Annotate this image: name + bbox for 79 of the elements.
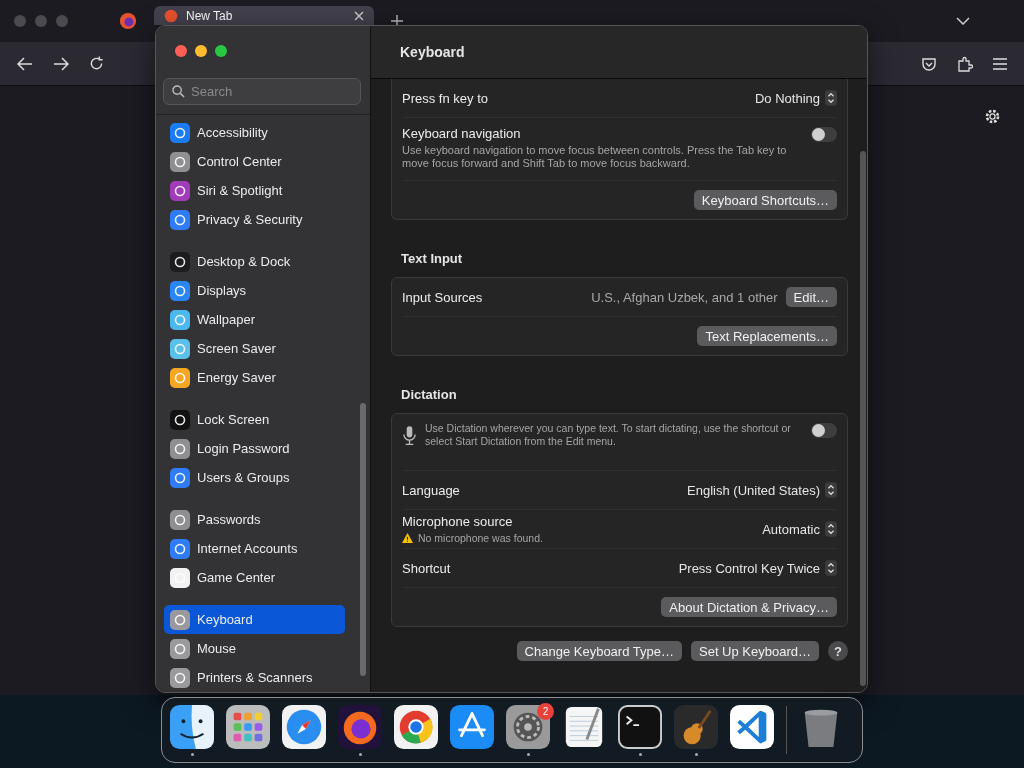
sidebar-item[interactable]: Energy Saver [164,363,345,392]
settings-icon[interactable] [984,108,1001,125]
popup-button[interactable]: Automatic [762,521,837,537]
close-button[interactable] [175,45,187,57]
reload-icon[interactable] [89,56,104,71]
sidebar-item[interactable]: Displays [164,276,345,305]
guitar-icon[interactable] [674,704,718,749]
sidebar-item[interactable]: Screen Saver [164,334,345,363]
compass-icon[interactable] [282,704,326,749]
sidebar-item[interactable]: Mouse [164,634,345,663]
action-button[interactable]: Text Replacements… [697,326,837,346]
setting-description: Use keyboard navigation to move focus between controls. Press the Tab key to move focus forward and Shift Tab to move focus backward. [402,144,788,170]
setting-label: Keyboard navigation [402,126,522,141]
forward-icon[interactable] [53,56,69,71]
sidebar-item[interactable]: Printers & Scanners [164,663,345,692]
popup-button[interactable]: English (United States) [687,482,837,498]
sidebar-item[interactable]: Wallpaper [164,305,345,334]
setting-label: Language [402,482,461,498]
puzzle-icon[interactable] [957,55,973,72]
stepper-icon [825,90,837,106]
stepper-icon [825,521,837,537]
section-heading: Dictation [401,387,458,402]
minimize-button[interactable] [195,45,207,57]
help-button[interactable]: ? [828,641,848,661]
notification-badge: 2 [537,703,554,720]
terminal-icon[interactable] [618,704,662,749]
action-button[interactable]: Change Keyboard Type… [516,641,682,661]
setting-label: Input Sources [402,289,483,305]
stepper-icon [825,482,837,498]
sidebar-item[interactable]: Login Password [164,434,345,463]
toggle-switch[interactable] [811,127,837,142]
menu-icon[interactable] [993,57,1007,70]
sidebar-item[interactable]: Passwords [164,505,345,534]
setting-description: Use Dictation wherever you can type text. To start dictating, use the shortcut or select Start Dictation from the Edit menu. [425,422,792,448]
sidebar-item[interactable]: Desktop & Dock [164,247,345,276]
fox-globe-icon [164,8,178,23]
close-icon[interactable] [354,10,364,21]
stepper-icon [825,560,837,576]
window-title: Keyboard [400,44,465,60]
sidebar-item[interactable]: Privacy & Security [164,205,345,234]
sidebar-item[interactable]: Keyboard [164,605,345,634]
sidebar-item[interactable]: Control Center [164,147,345,176]
tab-title: New Tab [186,8,234,23]
action-button[interactable]: About Dictation & Privacy… [661,597,837,617]
popup-button[interactable]: Do Nothing [754,90,837,106]
letter-a-icon[interactable] [450,704,494,749]
edit-button[interactable]: Edit… [785,287,837,307]
smiling-face-icon[interactable] [170,704,214,749]
back-icon[interactable] [17,56,33,71]
setting-label: Microphone source [402,514,514,529]
search-field[interactable]: Search [163,78,361,105]
zoom-button[interactable] [215,45,227,57]
sidebar-item[interactable]: Internet Accounts [164,534,345,563]
sidebar-item[interactable]: Users & Groups [164,463,345,492]
fox-globe-icon [119,12,137,30]
setting-label: Press fn key to [402,90,489,106]
toggle-switch[interactable] [811,423,837,438]
circle-logo-icon[interactable] [394,704,438,749]
setting-label: Shortcut [402,560,452,576]
browser-tab[interactable]: New Tab [154,6,374,25]
code-editor-icon[interactable] [730,704,774,749]
section-heading: Text Input [401,251,464,266]
popup-button[interactable]: Press Control Key Twice [678,560,837,576]
setting-value: U.S., Afghan Uzbek, and 1 other [591,289,778,305]
warning-text: No microphone was found. [418,532,543,544]
search-icon [172,85,185,98]
chevron-down-icon[interactable] [956,17,970,25]
sidebar-item[interactable]: Lock Screen [164,405,345,434]
pocket-icon[interactable] [921,55,937,72]
app-grid-icon[interactable] [226,704,270,749]
sidebar-item[interactable]: Game Center [164,563,345,592]
sidebar-item[interactable]: Siri & Spotlight [164,176,345,205]
warning-icon [402,533,413,543]
microphone-icon [402,425,417,446]
gear-icon[interactable] [506,704,550,749]
action-button[interactable]: Keyboard Shortcuts… [693,190,837,210]
action-button[interactable]: Set Up Keyboard… [691,641,819,661]
fox-globe-icon[interactable] [338,704,382,749]
sidebar-item[interactable]: Accessibility [164,118,345,147]
